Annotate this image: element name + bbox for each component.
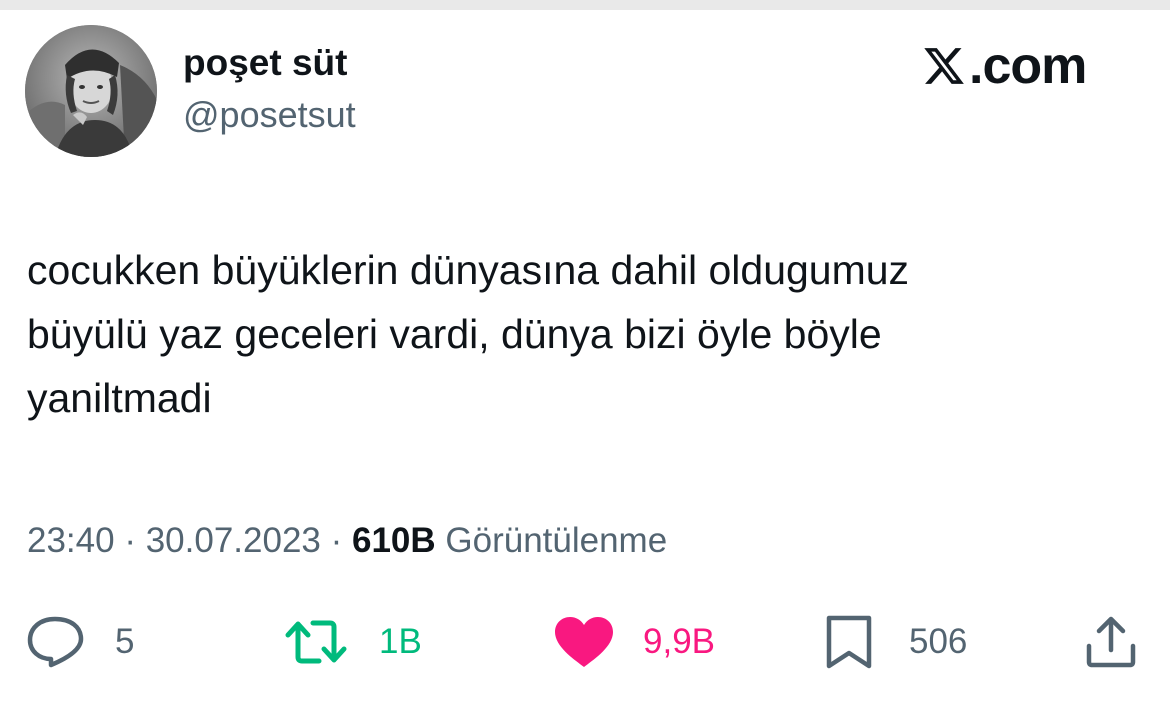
display-name[interactable]: poşet süt — [183, 40, 347, 86]
x-logo-icon — [924, 48, 964, 84]
bookmark-button[interactable]: 506 — [823, 612, 967, 672]
tweet-text: cocukken büyüklerin dünyasına dahil oldu… — [27, 238, 1147, 430]
share-icon — [1086, 616, 1136, 668]
tweet-date[interactable]: 30.07.2023 — [146, 521, 321, 560]
retweet-icon — [285, 620, 347, 664]
tweet-text-line: yaniltmadi — [27, 375, 212, 421]
retweet-button[interactable]: 1B — [283, 612, 422, 672]
bookmark-icon — [826, 615, 872, 669]
bookmark-count: 506 — [909, 622, 968, 661]
views-count: 610B — [351, 521, 436, 560]
tweet-text-line: büyülü yaz geceleri vardi, dünya bizi öy… — [27, 311, 882, 357]
like-count: 9,9B — [643, 622, 715, 661]
retweet-count: 1B — [379, 622, 422, 661]
tweet-meta: 23:40 · 30.07.2023 · 610B Görüntülenme — [27, 518, 667, 564]
user-handle[interactable]: @posetsut — [183, 93, 356, 137]
tweet-time[interactable]: 23:40 — [27, 521, 115, 560]
meta-separator: · — [114, 521, 146, 560]
avatar-image — [25, 25, 157, 157]
reply-bubble-icon — [27, 616, 84, 668]
reply-count: 5 — [115, 622, 135, 661]
tweet-text-line: cocukken büyüklerin dünyasına dahil oldu… — [27, 247, 910, 293]
meta-separator: · — [320, 521, 352, 560]
top-edge — [0, 0, 1170, 10]
heart-icon — [555, 617, 613, 667]
share-button[interactable] — [1083, 612, 1139, 672]
views-label: Görüntülenme — [445, 521, 668, 560]
x-logo: .com — [922, 37, 1087, 95]
avatar[interactable] — [25, 25, 157, 157]
x-logo-text: .com — [969, 37, 1087, 95]
reply-button[interactable]: 5 — [25, 612, 134, 672]
like-button[interactable]: 9,9B — [553, 612, 715, 672]
